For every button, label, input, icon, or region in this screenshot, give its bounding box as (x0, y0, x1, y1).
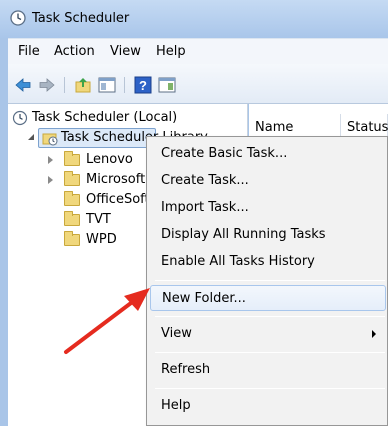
menu-separator (155, 280, 385, 281)
menu-item-label: Enable All Tasks History (161, 254, 315, 269)
column-header-label: Status (347, 120, 388, 135)
clock-icon (10, 10, 26, 26)
menu-item-label: Display All Running Tasks (161, 227, 326, 242)
tree-root[interactable]: Task Scheduler (Local) (12, 108, 242, 128)
folder-icon (64, 171, 80, 186)
clock-icon (12, 110, 28, 126)
context-menu: Create Basic Task... Create Task... Impo… (146, 136, 388, 426)
task-scheduler-window: Task Scheduler File Action View Help ? T… (0, 0, 388, 426)
tree-item-label: TVT (86, 212, 111, 227)
folder-icon (64, 231, 80, 246)
folder-clock-icon (42, 133, 58, 146)
menu-bar: File Action View Help (8, 38, 388, 64)
menu-item-label: Refresh (161, 362, 211, 377)
menu-separator (155, 316, 385, 317)
show-hide-action-pane-icon[interactable] (158, 76, 176, 94)
menu-item-label: New Folder... (162, 291, 246, 306)
help-icon[interactable]: ? (134, 76, 152, 94)
menu-separator (155, 388, 385, 389)
tree-item-library[interactable]: Task Scheduler Library (38, 128, 208, 148)
menu-help[interactable]: Help (156, 44, 186, 59)
menu-item-label: Create Task... (161, 173, 249, 188)
expand-icon[interactable] (48, 156, 53, 164)
folder-icon (64, 211, 80, 226)
menu-item-create-task[interactable]: Create Task... (150, 168, 386, 194)
menu-item-label: Import Task... (161, 200, 249, 215)
menu-item-help[interactable]: Help (150, 393, 386, 419)
toolbar-separator (64, 77, 65, 93)
menu-view[interactable]: View (110, 44, 141, 59)
show-hide-console-tree-icon[interactable] (98, 76, 116, 94)
menu-item-refresh[interactable]: Refresh (150, 357, 386, 383)
collapse-icon[interactable] (28, 134, 34, 140)
folder-icon (64, 151, 80, 166)
tree-root-label: Task Scheduler (Local) (32, 110, 178, 125)
menu-action[interactable]: Action (54, 44, 95, 59)
forward-icon[interactable] (38, 76, 56, 94)
submenu-arrow-icon (372, 330, 376, 338)
tree-item-label: Lenovo (86, 152, 133, 167)
title-bar[interactable]: Task Scheduler (0, 0, 388, 38)
menu-item-enable-tasks-history[interactable]: Enable All Tasks History (150, 249, 386, 275)
up-folder-icon[interactable] (74, 76, 92, 94)
menu-item-label: Help (161, 398, 191, 413)
tree-item-label: WPD (86, 232, 117, 247)
menu-item-create-basic-task[interactable]: Create Basic Task... (150, 141, 386, 167)
column-header-label: Name (255, 120, 294, 135)
toolbar-separator (124, 77, 125, 93)
window-title: Task Scheduler (32, 11, 130, 26)
menu-separator (155, 352, 385, 353)
expand-icon[interactable] (48, 176, 53, 184)
menu-item-label: View (161, 326, 192, 341)
menu-item-import-task[interactable]: Import Task... (150, 195, 386, 221)
menu-item-label: Create Basic Task... (161, 146, 288, 161)
menu-item-new-folder[interactable]: New Folder... (150, 285, 386, 311)
menu-item-view[interactable]: View (150, 321, 386, 347)
svg-text:?: ? (139, 78, 147, 93)
menu-file[interactable]: File (18, 44, 40, 59)
back-icon[interactable] (14, 76, 32, 94)
folder-icon (64, 191, 80, 206)
menu-item-display-running-tasks[interactable]: Display All Running Tasks (150, 222, 386, 248)
tree-item-label: Microsoft (86, 172, 146, 187)
toolbar: ? (8, 64, 388, 104)
